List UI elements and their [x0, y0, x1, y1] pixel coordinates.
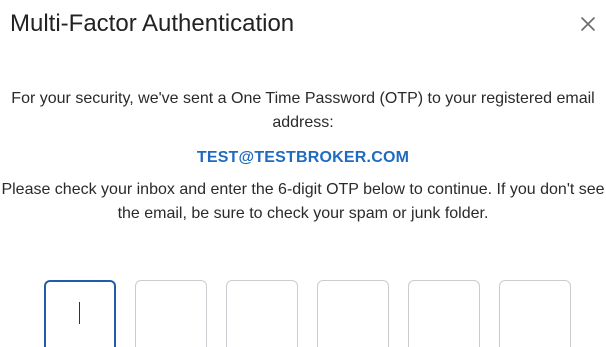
otp-digit-2[interactable]	[135, 280, 207, 347]
dialog-title: Multi-Factor Authentication	[10, 10, 295, 37]
otp-digit-6[interactable]	[499, 280, 571, 347]
otp-instructions-text: Please check your inbox and enter the 6-…	[1, 181, 605, 222]
registered-email: TEST@TESTBROKER.COM	[196, 149, 410, 166]
otp-digit-1[interactable]	[44, 280, 116, 347]
otp-digit-5[interactable]	[408, 280, 480, 347]
close-button[interactable]	[576, 12, 600, 36]
otp-intro-text: For your security, we've sent a One Time…	[11, 90, 595, 131]
mfa-dialog: Multi-Factor Authentication For your sec…	[0, 0, 606, 347]
otp-digit-3[interactable]	[226, 280, 298, 347]
close-icon	[576, 12, 600, 36]
otp-digit-4[interactable]	[317, 280, 389, 347]
